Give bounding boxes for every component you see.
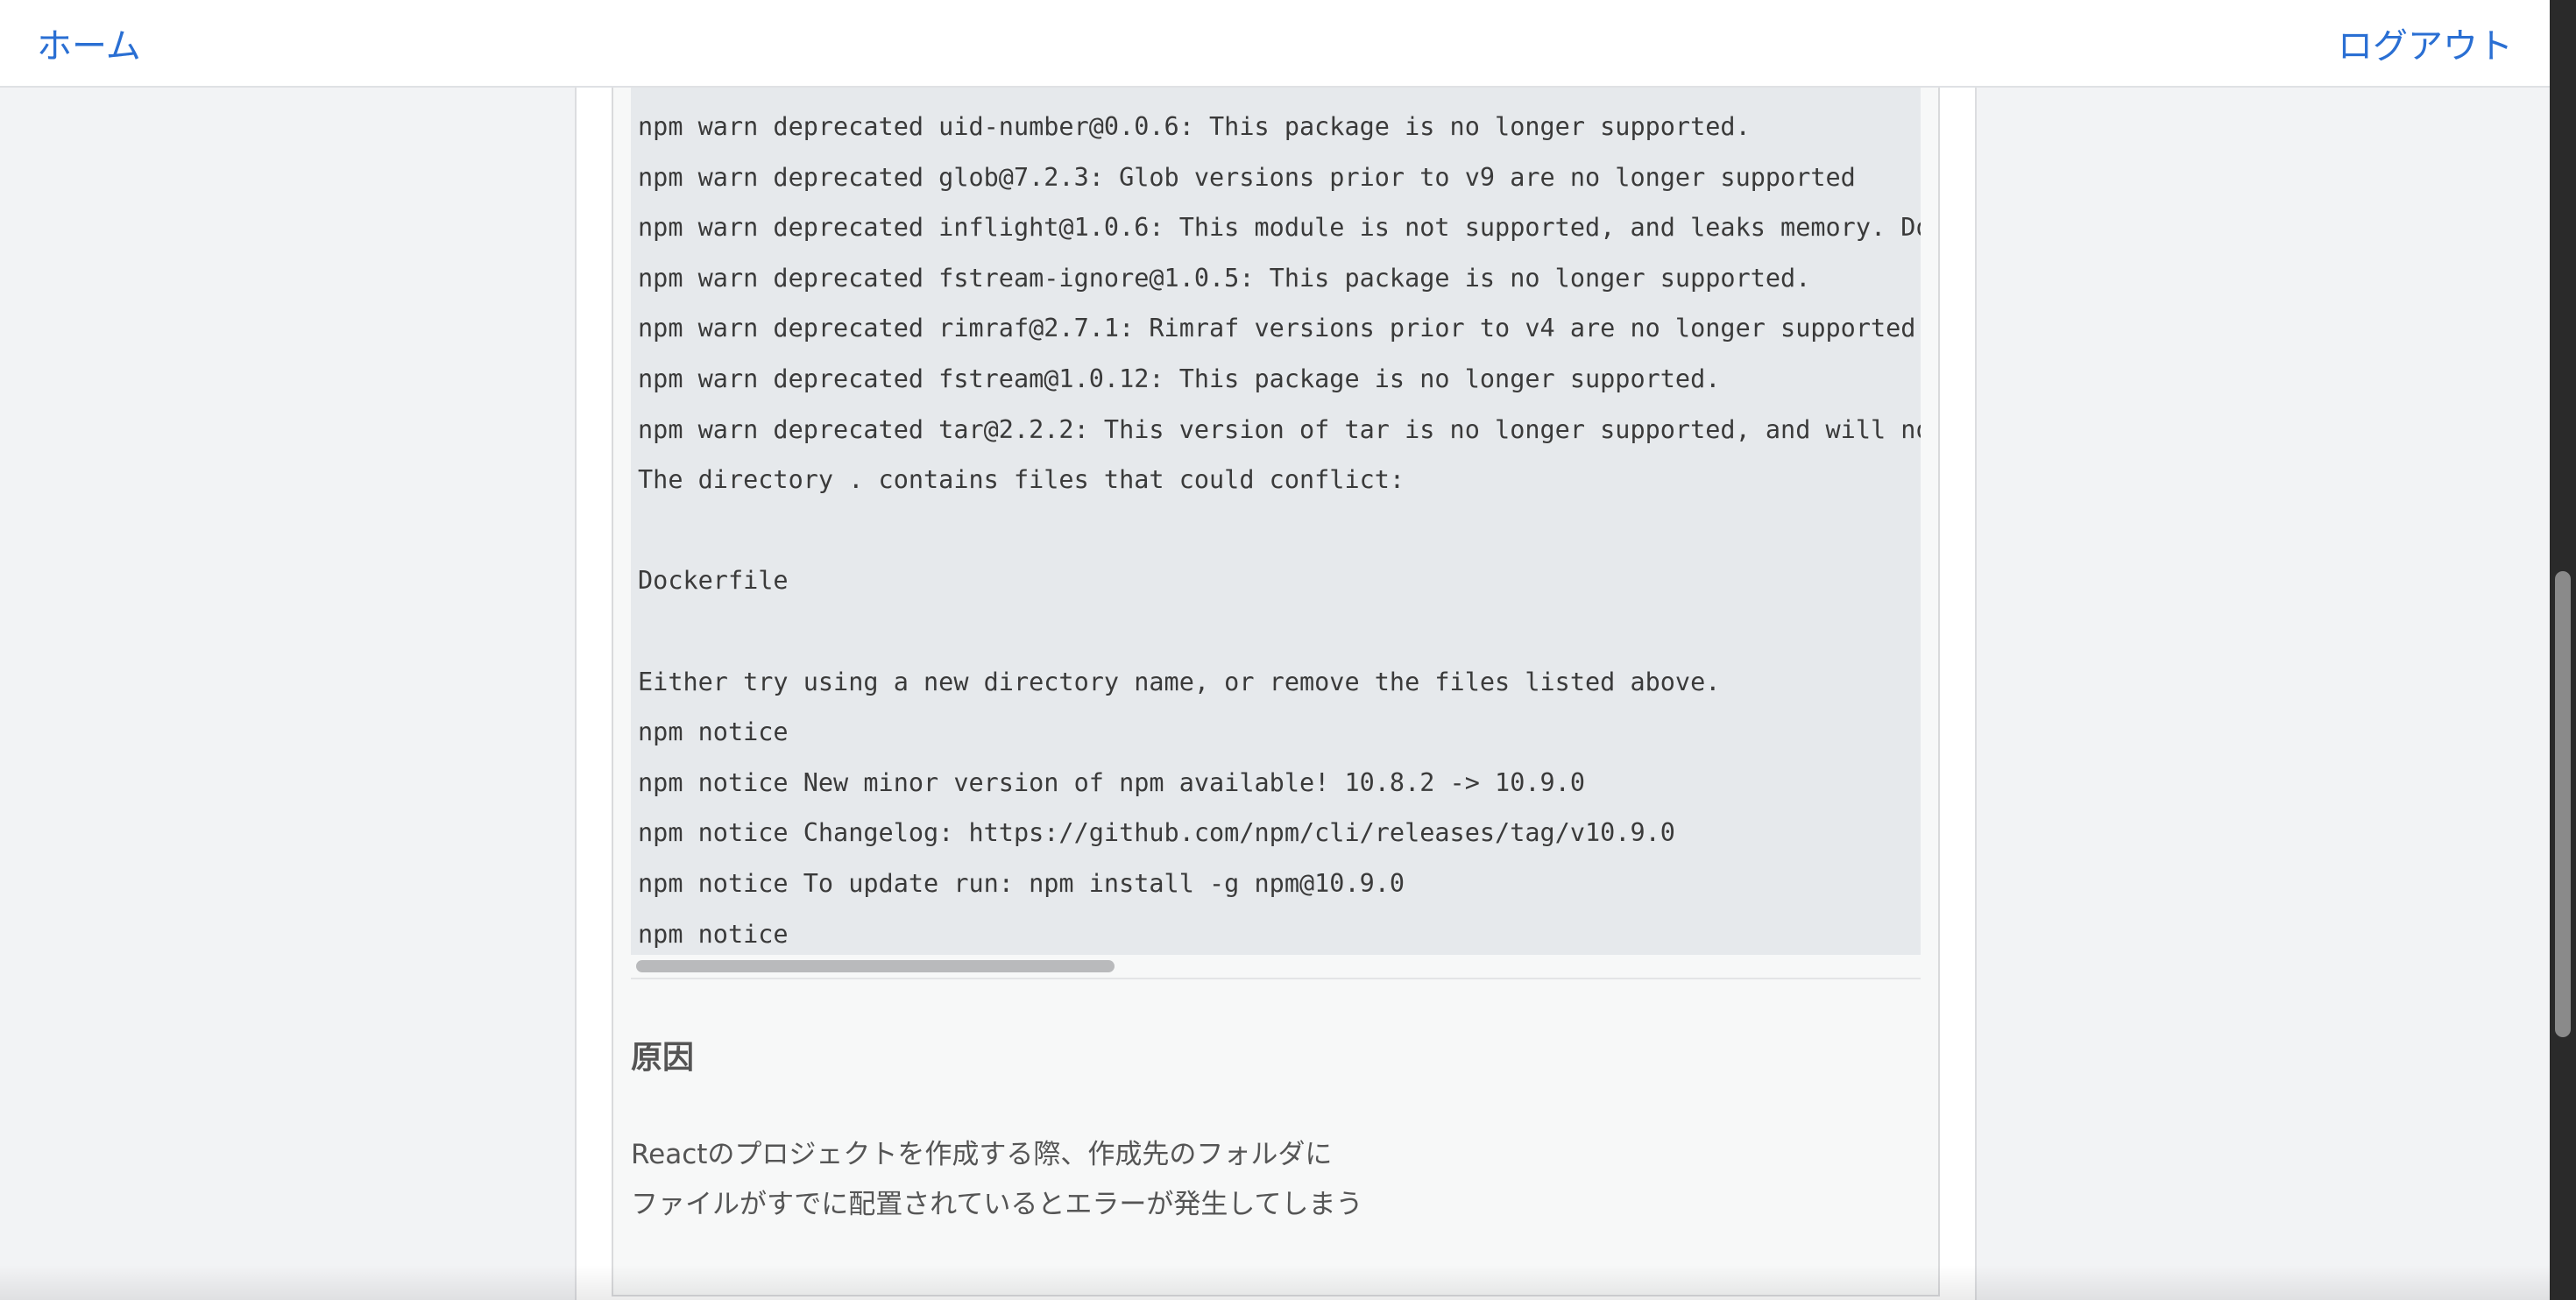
code-horizontal-scrollbar[interactable] bbox=[631, 955, 1921, 978]
code-line: npm notice bbox=[638, 717, 789, 747]
code-line: Dockerfile bbox=[638, 566, 789, 596]
code-line: npm warn deprecated glob@7.2.3: Glob ver… bbox=[638, 162, 1856, 192]
code-line: npm notice Changelog: https://github.com… bbox=[638, 818, 1675, 848]
code-line: npm warn deprecated fstream-ignore@1.0.5… bbox=[638, 263, 1811, 293]
code-line: npm warn deprecated fstream@1.0.12: This… bbox=[638, 364, 1721, 393]
code-line: npm notice To update run: npm install -g… bbox=[638, 868, 1405, 898]
code-line: npm warn deprecated uid-number@0.0.6: Th… bbox=[638, 112, 1751, 141]
code-line: npm warn deprecated rimraf@2.7.1: Rimraf… bbox=[638, 314, 1916, 343]
paragraph-line: ファイルがすでに配置されているとエラーが発生してしまう bbox=[631, 1189, 1363, 1220]
code-scrollbar-thumb[interactable] bbox=[636, 960, 1115, 972]
code-lines: npm warn deprecated uid-number@0.0.6: Th… bbox=[638, 102, 1921, 955]
top-nav-bar: ホーム ログアウト bbox=[0, 0, 2550, 88]
page-column: npm warn deprecated uid-number@0.0.6: Th… bbox=[575, 88, 1977, 1300]
divider bbox=[631, 978, 1921, 979]
code-line: npm warn deprecated inflight@1.0.6: This… bbox=[638, 213, 1921, 243]
logout-link[interactable]: ログアウト bbox=[2338, 18, 2513, 68]
code-line: The directory . contains files that coul… bbox=[638, 465, 1405, 495]
article-body: npm warn deprecated uid-number@0.0.6: Th… bbox=[612, 88, 1940, 1296]
section-paragraph: Reactのプロジェクトを作成する際、作成先のフォルダに ファイルがすでに配置され… bbox=[631, 1130, 1858, 1230]
page-scrollbar-thumb[interactable] bbox=[2555, 571, 2571, 1037]
section-heading: 原因 bbox=[631, 1040, 695, 1076]
code-line: npm notice bbox=[638, 919, 789, 949]
home-link[interactable]: ホーム bbox=[37, 18, 141, 68]
code-block: npm warn deprecated uid-number@0.0.6: Th… bbox=[631, 88, 1921, 955]
code-line: Either try using a new directory name, o… bbox=[638, 667, 1721, 696]
paragraph-line: Reactのプロジェクトを作成する際、作成先のフォルダに bbox=[631, 1139, 1333, 1170]
page-vertical-scrollbar[interactable] bbox=[2550, 0, 2576, 1300]
code-line: npm notice New minor version of npm avai… bbox=[638, 767, 1585, 797]
code-line: npm warn deprecated tar@2.2.2: This vers… bbox=[638, 414, 1921, 444]
